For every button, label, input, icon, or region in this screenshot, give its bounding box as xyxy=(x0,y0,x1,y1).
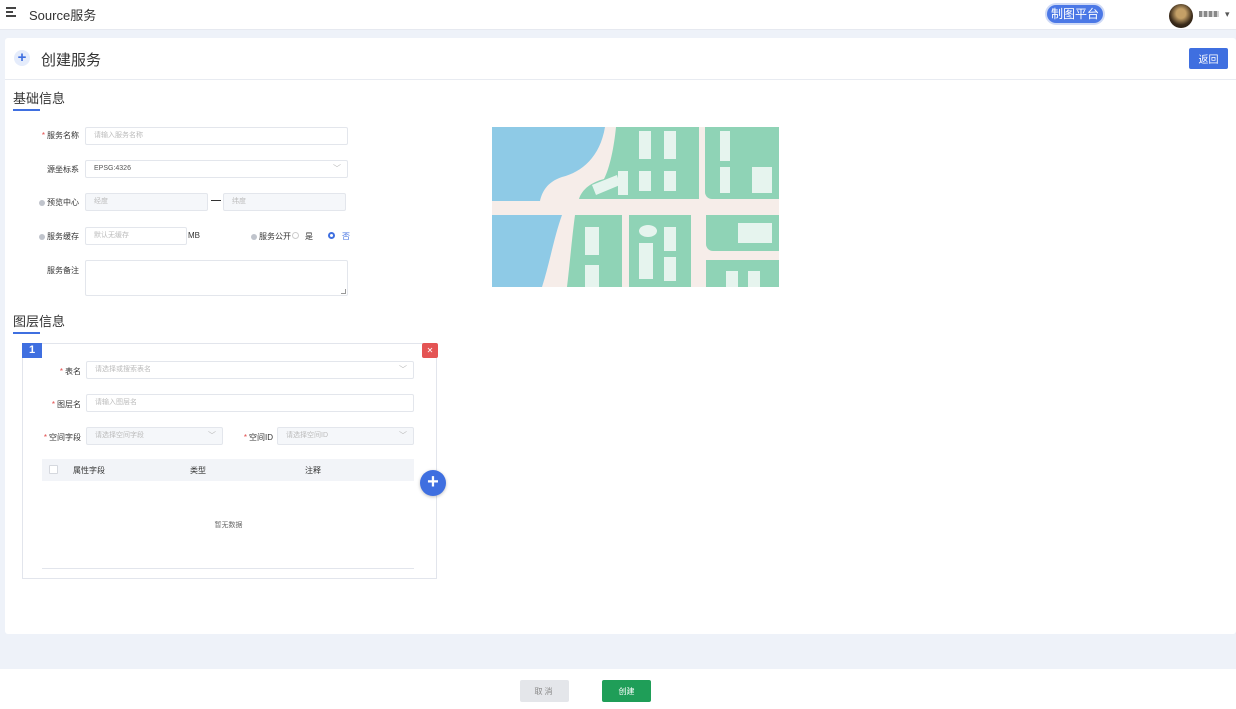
layer-card: 1 ✕ * 表名 请选择或搜索表名 ﹀ * 图层名 请输入图层名 * 空间字段 请选择… xyxy=(22,343,438,579)
platform-button[interactable]: 制图平台 xyxy=(1047,5,1103,23)
column-header[interactable]: 注释 xyxy=(305,465,321,476)
layer-index-badge: 1 xyxy=(22,343,42,358)
map-illustration xyxy=(492,127,779,287)
coord-system-value: EPSG:4326 xyxy=(94,165,131,172)
chevron-down-icon: ﹀ xyxy=(333,164,341,173)
service-cache-label: 服务缓存 xyxy=(29,231,79,242)
spatial-field-label-text: 空间字段 xyxy=(49,433,81,442)
layer-info-title: 图层信息 xyxy=(13,311,65,334)
longitude-input[interactable]: 经度 xyxy=(85,193,208,211)
service-name-label: * 服务名称 xyxy=(29,130,79,141)
select-all-checkbox[interactable] xyxy=(49,465,58,474)
chevron-down-icon: ﹀ xyxy=(399,365,407,374)
required-mark: * xyxy=(243,433,247,442)
required-mark: * xyxy=(59,367,63,376)
table-divider xyxy=(42,568,414,569)
table-name-label-text: 表名 xyxy=(65,367,81,376)
layer-name-label-text: 图层名 xyxy=(57,400,81,409)
chevron-down-icon: ﹀ xyxy=(208,431,216,440)
close-icon[interactable]: ✕ xyxy=(422,343,438,358)
required-mark: * xyxy=(41,131,45,140)
range-separator: — xyxy=(211,195,221,206)
coord-system-select[interactable]: EPSG:4326 ﹀ xyxy=(85,160,348,178)
table-empty-text: 暂无数据 xyxy=(214,522,243,529)
spatial-field-placeholder: 请选择空间字段 xyxy=(95,432,144,439)
service-name-label-text: 服务名称 xyxy=(47,131,79,140)
remark-textarea[interactable] xyxy=(85,260,348,296)
user-avatar-icon[interactable] xyxy=(1169,4,1193,28)
main-card: + 创建服务 返回 基础信息 * 服务名称 请输入服务名称 源坐标系 EPSG:4… xyxy=(5,38,1236,634)
column-header[interactable]: 属性字段 xyxy=(73,465,105,476)
service-cache-label-text: 服务缓存 xyxy=(47,232,79,241)
info-dot-icon xyxy=(251,233,257,240)
service-public-label-text: 服务公开 xyxy=(259,232,291,241)
chevron-down-icon: ﹀ xyxy=(399,431,407,440)
plus-icon: + xyxy=(14,50,30,66)
spatial-id-label: * 空间ID xyxy=(227,432,273,443)
coord-system-label: 源坐标系 xyxy=(47,165,79,174)
footer-bar: 取消 创建 xyxy=(0,669,1236,709)
info-dot-icon xyxy=(39,199,45,206)
create-button[interactable]: 创建 xyxy=(602,680,651,702)
cache-unit: MB xyxy=(188,231,200,240)
info-dot-icon xyxy=(39,233,45,240)
user-name[interactable] xyxy=(1199,11,1219,17)
back-button[interactable]: 返回 xyxy=(1189,48,1228,69)
layer-name-label: * 图层名 xyxy=(43,399,81,410)
service-public-label: 服务公开 xyxy=(243,231,291,242)
spatial-id-select[interactable]: 请选择空间ID ﹀ xyxy=(277,427,414,445)
radio-public-yes[interactable] xyxy=(292,232,299,239)
preview-center-label: 预览中心 xyxy=(29,197,79,208)
spatial-field-select[interactable]: 请选择空间字段 ﹀ xyxy=(86,427,223,445)
table-name-label: * 表名 xyxy=(43,366,81,377)
service-name-input[interactable]: 请输入服务名称 xyxy=(85,127,348,145)
spatial-id-label-text: 空间ID xyxy=(249,433,273,442)
basic-info-title: 基础信息 xyxy=(13,88,65,111)
chevron-down-icon[interactable]: ▾ xyxy=(1225,9,1230,20)
table-name-select[interactable]: 请选择或搜索表名 ﹀ xyxy=(86,361,414,379)
table-name-placeholder: 请选择或搜索表名 xyxy=(95,366,151,373)
page-title: 创建服务 xyxy=(41,52,102,69)
map-preview xyxy=(492,127,779,287)
add-layer-button[interactable]: + xyxy=(420,470,446,496)
layer-name-input[interactable]: 请输入图层名 xyxy=(86,394,414,412)
remark-label: 服务备注 xyxy=(47,266,79,275)
required-mark: * xyxy=(51,400,55,409)
page-header: + 创建服务 返回 xyxy=(5,38,1236,80)
required-mark: * xyxy=(43,433,47,442)
app-title: Source服务 xyxy=(29,8,97,23)
latitude-input[interactable]: 纬度 xyxy=(223,193,346,211)
spatial-field-label: * 空间字段 xyxy=(31,432,81,443)
radio-public-no-label[interactable]: 否 xyxy=(342,231,350,242)
top-bar: Source服务 制图平台 ▾ xyxy=(0,0,1236,30)
menu-icon[interactable] xyxy=(6,7,16,17)
cancel-button[interactable]: 取消 xyxy=(520,680,569,702)
preview-center-label-text: 预览中心 xyxy=(47,198,79,207)
radio-public-yes-label[interactable]: 是 xyxy=(305,231,313,242)
radio-public-no[interactable] xyxy=(328,232,335,239)
resize-handle-icon[interactable] xyxy=(341,289,346,294)
column-header[interactable]: 类型 xyxy=(190,465,206,476)
spatial-id-placeholder: 请选择空间ID xyxy=(286,432,328,439)
attribute-table-header: 属性字段 类型 注释 xyxy=(42,459,414,481)
service-cache-input[interactable]: 默认无缓存 xyxy=(85,227,187,245)
